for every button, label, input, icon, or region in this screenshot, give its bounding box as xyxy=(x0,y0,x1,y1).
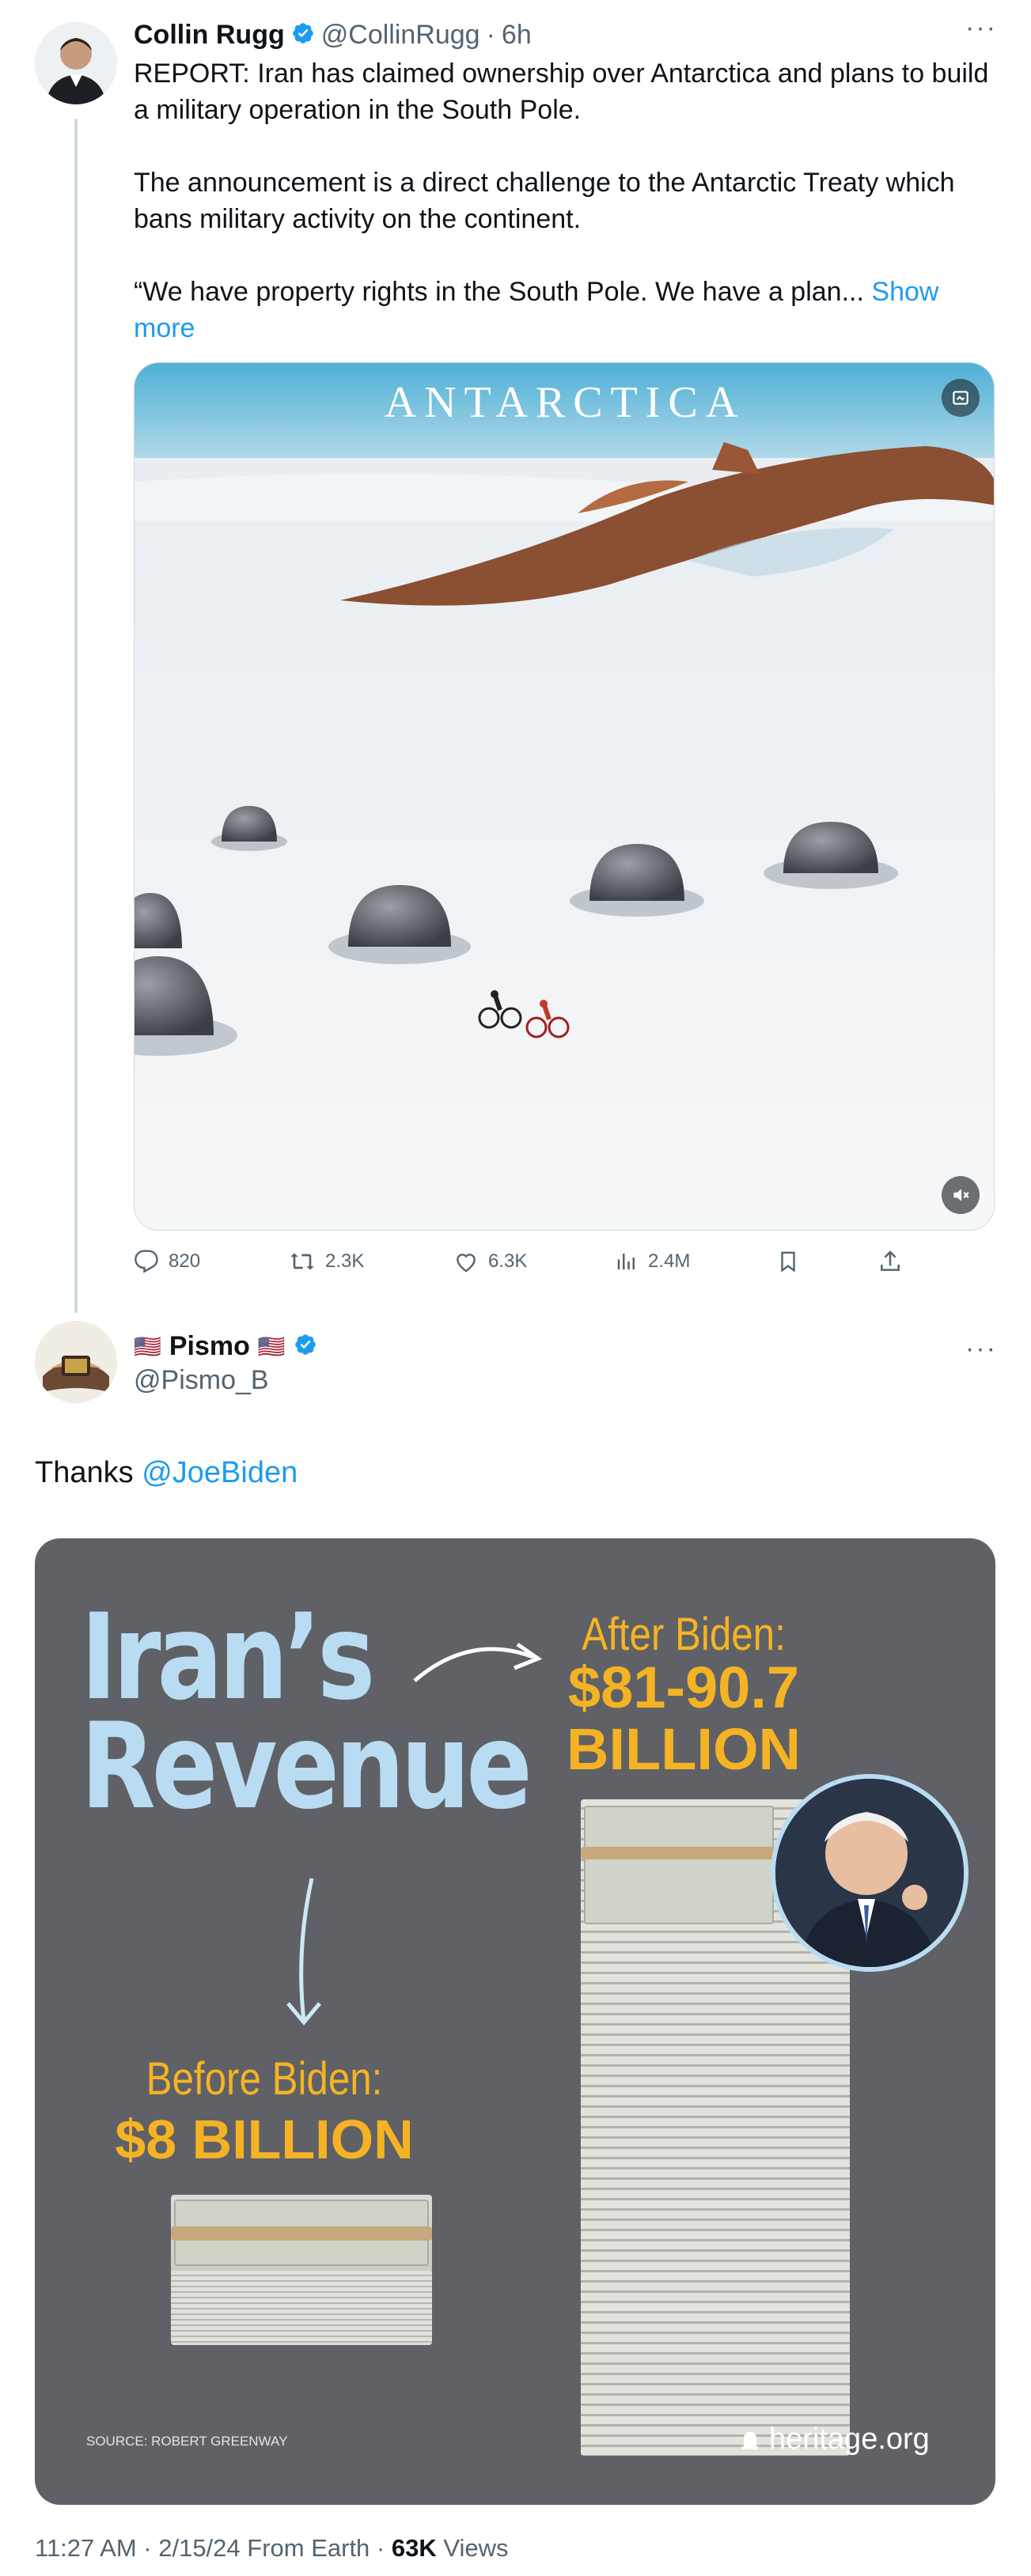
retweet-icon xyxy=(290,1253,314,1270)
post-meta: 11:27 AM · 2/15/24 From Earth · 63K View… xyxy=(35,2534,509,2563)
heritage-brand: heritage.org xyxy=(739,2423,930,2457)
infographic-source: SOURCE: ROBERT GREENWAY xyxy=(86,2434,288,2449)
like-button[interactable]: 6.3K xyxy=(453,1249,527,1274)
thread-line xyxy=(74,119,78,1313)
tweet1-para1: REPORT: Iran has claimed ownership over … xyxy=(134,59,989,125)
tweet1-actions: 820 2.3K 6.3K 2.4M xyxy=(134,1246,995,1277)
tweet2-header: 🇺🇸 Pismo 🇺🇸 xyxy=(134,1329,317,1364)
infographic-title-line2: Revenue xyxy=(81,1698,533,1836)
author-handle-pismo[interactable]: @Pismo_B xyxy=(134,1365,269,1396)
after-biden-label: After Biden: xyxy=(582,1609,786,1660)
views-icon xyxy=(617,1254,635,1269)
share-icon[interactable] xyxy=(877,1249,903,1274)
views-button[interactable]: 2.4M xyxy=(615,1249,690,1274)
verified-icon xyxy=(294,1333,317,1360)
more-icon[interactable]: ··· xyxy=(965,1333,997,1364)
after-value-line1: $81-90.7 xyxy=(567,1655,800,1720)
views-count: 2.4M xyxy=(648,1250,691,1272)
biden-portrait xyxy=(771,1774,968,1972)
media-badge-icon[interactable] xyxy=(942,379,980,417)
tweet2-image[interactable]: Iran’s Revenue After Biden: $81-90.7 BIL… xyxy=(35,1538,995,2505)
after-value-line2: BILLION xyxy=(567,1716,801,1782)
views-label: Views xyxy=(443,2534,509,2562)
media-title: ANTARCTICA xyxy=(384,378,746,427)
after-biden-value: $81-90.7 BILLION xyxy=(510,1657,858,1780)
flag-left: 🇺🇸 xyxy=(134,1333,161,1359)
more-icon[interactable]: ··· xyxy=(965,13,997,44)
reply-button[interactable]: 820 xyxy=(134,1249,200,1274)
reply-icon xyxy=(135,1250,158,1273)
tweet2-text: Thanks @JoeBiden xyxy=(35,1454,298,1492)
mention-link[interactable]: @JoeBiden xyxy=(142,1456,298,1489)
bell-icon xyxy=(741,2431,759,2449)
avatar-pismo[interactable] xyxy=(35,1321,117,1403)
author-handle[interactable]: @CollinRugg xyxy=(321,20,480,51)
arrow-icon xyxy=(286,1878,321,2026)
author-name[interactable]: Collin Rugg xyxy=(134,20,285,51)
retweet-button[interactable]: 2.3K xyxy=(289,1249,364,1274)
post-time[interactable]: 6h xyxy=(502,20,532,51)
flag-right: 🇺🇸 xyxy=(257,1333,286,1359)
retweet-count: 2.3K xyxy=(325,1250,365,1272)
before-biden-value: $8 BILLION xyxy=(115,2109,414,2170)
verified-icon xyxy=(291,21,315,49)
antarctica-scene xyxy=(135,363,994,1230)
tweet1-header: Collin Rugg @CollinRugg · 6h xyxy=(134,17,532,52)
tweet2-text-prefix: Thanks xyxy=(35,1456,134,1489)
post-timestamp[interactable]: 11:27 AM · 2/15/24 From Earth · xyxy=(35,2534,385,2562)
bookmark-icon[interactable] xyxy=(776,1249,800,1274)
mute-icon[interactable] xyxy=(942,1176,980,1214)
heritage-brand-text[interactable]: heritage.org xyxy=(769,2423,930,2457)
before-biden-label: Before Biden: xyxy=(146,2053,383,2105)
like-count: 6.3K xyxy=(488,1250,528,1272)
separator: · xyxy=(486,19,495,50)
author-name-pismo[interactable]: Pismo xyxy=(169,1331,250,1362)
tweet1-para2: The announcement is a direct challenge t… xyxy=(134,168,955,234)
like-icon xyxy=(457,1254,476,1273)
tweet1-para3: “We have property rights in the South Po… xyxy=(134,277,939,343)
avatar-collin-rugg[interactable] xyxy=(35,22,117,104)
tweet1-video[interactable]: ANTARCTICA xyxy=(134,362,995,1231)
small-cash-stack xyxy=(171,2195,432,2345)
views-total: 63K xyxy=(391,2534,437,2562)
reply-count: 820 xyxy=(169,1250,201,1272)
tweet1-body: REPORT: Iran has claimed ownership over … xyxy=(134,55,1004,346)
